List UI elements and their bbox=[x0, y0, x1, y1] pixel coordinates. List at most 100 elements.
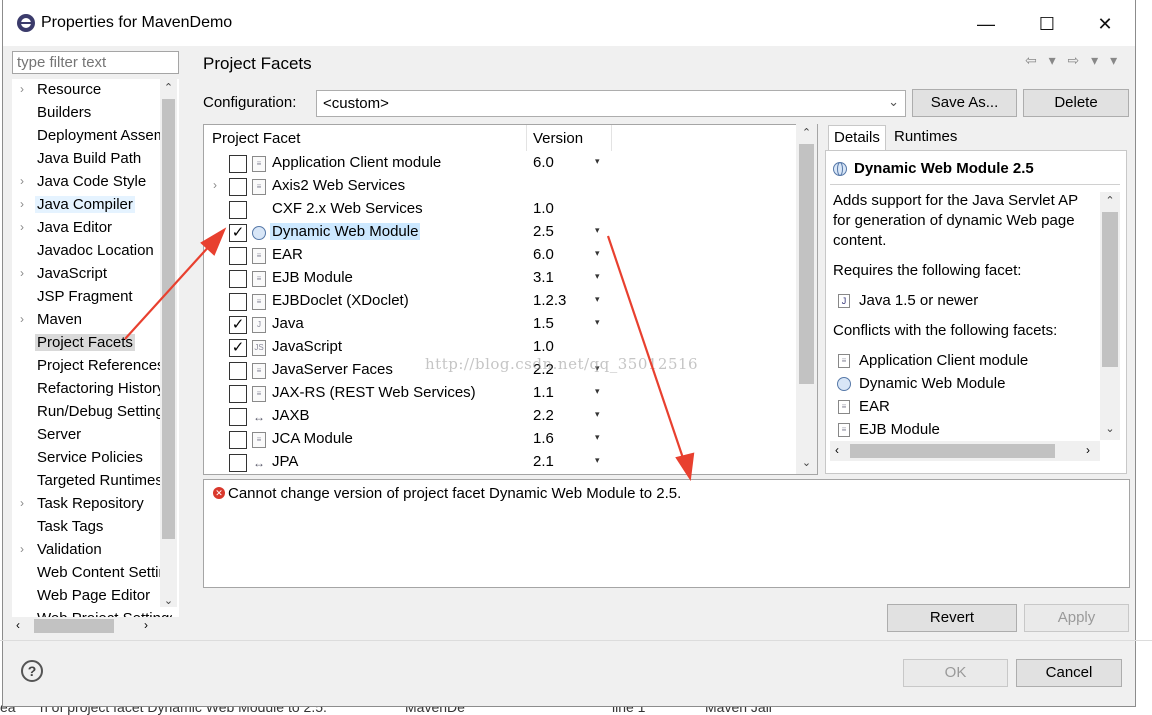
scroll-up-icon[interactable]: ⌃ bbox=[1100, 194, 1120, 207]
tree-vertical-scrollbar[interactable]: ⌃ ⌄ bbox=[160, 79, 177, 607]
tree-item[interactable]: Deployment Assembly bbox=[12, 125, 172, 147]
history-nav-buttons[interactable]: ⇦ ▾ ⇨ ▾ ▾ bbox=[1025, 52, 1130, 72]
splitter[interactable] bbox=[186, 47, 190, 637]
tree-item[interactable]: Project Facets bbox=[12, 332, 172, 354]
tree-item[interactable]: Javadoc Location bbox=[12, 240, 172, 262]
details-vertical-scrollbar[interactable]: ⌃ ⌄ bbox=[1100, 192, 1120, 440]
facet-checkbox[interactable] bbox=[229, 454, 247, 472]
column-header-version[interactable]: Version bbox=[533, 130, 583, 147]
chevron-right-icon[interactable]: › bbox=[20, 82, 24, 96]
chevron-right-icon[interactable]: › bbox=[20, 542, 24, 556]
facet-checkbox[interactable] bbox=[229, 178, 247, 196]
version-dropdown-icon[interactable]: ▾ bbox=[595, 271, 600, 282]
facet-row[interactable]: ≡ JCA Module 1.6 ▾ bbox=[204, 428, 794, 450]
facet-row[interactable]: CXF 2.x Web Services 1.0 bbox=[204, 198, 794, 220]
scroll-down-icon[interactable]: ⌄ bbox=[1100, 422, 1120, 435]
facets-vertical-scrollbar[interactable]: ⌃ ⌄ bbox=[796, 124, 817, 474]
minimize-button[interactable]: — bbox=[961, 8, 1011, 40]
facet-checkbox[interactable]: ✓ bbox=[229, 224, 247, 242]
tree-item[interactable]: Server bbox=[12, 424, 172, 446]
tree-item[interactable]: Web Content Settings bbox=[12, 562, 172, 584]
version-dropdown-icon[interactable]: ▾ bbox=[595, 455, 600, 466]
version-dropdown-icon[interactable]: ▾ bbox=[595, 248, 600, 259]
delete-button[interactable]: Delete bbox=[1023, 89, 1129, 117]
column-header-facet[interactable]: Project Facet bbox=[212, 130, 300, 147]
tree-item[interactable]: Java Build Path bbox=[12, 148, 172, 170]
facet-checkbox[interactable] bbox=[229, 201, 247, 219]
facet-version[interactable]: 1.5 bbox=[533, 315, 554, 332]
chevron-right-icon[interactable]: › bbox=[20, 220, 24, 234]
chevron-right-icon[interactable]: › bbox=[20, 266, 24, 280]
facet-version[interactable]: 2.2 bbox=[533, 407, 554, 424]
maximize-button[interactable]: ☐ bbox=[1022, 8, 1072, 40]
apply-button[interactable]: Apply bbox=[1024, 604, 1129, 632]
facet-row[interactable]: ≡ EJBDoclet (XDoclet) 1.2.3 ▾ bbox=[204, 290, 794, 312]
facet-version[interactable]: 6.0 bbox=[533, 154, 554, 171]
facet-row[interactable]: ✓ Dynamic Web Module 2.5 ▾ bbox=[204, 221, 794, 243]
chevron-right-icon[interactable]: › bbox=[213, 178, 217, 192]
tree-item[interactable]: › Java Compiler bbox=[12, 194, 172, 216]
facet-row[interactable]: ≡ EAR 6.0 ▾ bbox=[204, 244, 794, 266]
facet-row[interactable]: ≡ JAX-RS (REST Web Services) 1.1 ▾ bbox=[204, 382, 794, 404]
scroll-up-icon[interactable]: ⌃ bbox=[160, 81, 177, 94]
tree-hscroll-thumb[interactable] bbox=[34, 619, 114, 633]
scroll-up-icon[interactable]: ⌃ bbox=[796, 126, 817, 139]
facet-row[interactable]: ↔ JAXB 2.2 ▾ bbox=[204, 405, 794, 427]
tree-item[interactable]: Refactoring History bbox=[12, 378, 172, 400]
facet-version[interactable]: 3.1 bbox=[533, 269, 554, 286]
facet-checkbox[interactable] bbox=[229, 247, 247, 265]
version-dropdown-icon[interactable]: ▾ bbox=[595, 156, 600, 167]
tree-item[interactable]: Web Page Editor bbox=[12, 585, 172, 607]
version-dropdown-icon[interactable]: ▾ bbox=[595, 225, 600, 236]
tree-item[interactable]: Builders bbox=[12, 102, 172, 124]
facet-checkbox[interactable] bbox=[229, 362, 247, 380]
version-dropdown-icon[interactable]: ▾ bbox=[595, 409, 600, 420]
tree-item[interactable]: › Resource bbox=[12, 79, 172, 101]
tree-item[interactable]: Project References bbox=[12, 355, 172, 377]
version-dropdown-icon[interactable]: ▾ bbox=[595, 294, 600, 305]
version-dropdown-icon[interactable]: ▾ bbox=[595, 432, 600, 443]
tree-item[interactable]: › Validation bbox=[12, 539, 172, 561]
facet-checkbox[interactable] bbox=[229, 270, 247, 288]
tree-item[interactable]: Task Tags bbox=[12, 516, 172, 538]
tree-item[interactable]: › Maven bbox=[12, 309, 172, 331]
save-as-button[interactable]: Save As... bbox=[912, 89, 1017, 117]
version-dropdown-icon[interactable]: ▾ bbox=[595, 317, 600, 328]
scroll-down-icon[interactable]: ⌄ bbox=[160, 594, 177, 607]
facet-version[interactable]: 1.2.3 bbox=[533, 292, 566, 309]
tree-item[interactable]: › Java Editor bbox=[12, 217, 172, 239]
facet-checkbox[interactable]: ✓ bbox=[229, 339, 247, 357]
facet-checkbox[interactable] bbox=[229, 385, 247, 403]
facet-row[interactable]: ≡ Application Client module 6.0 ▾ bbox=[204, 152, 794, 174]
facet-checkbox[interactable] bbox=[229, 155, 247, 173]
tree-item[interactable]: › Task Repository bbox=[12, 493, 172, 515]
tab-runtimes[interactable]: Runtimes bbox=[889, 125, 962, 151]
scroll-left-icon[interactable]: ‹ bbox=[835, 443, 839, 457]
close-button[interactable]: ✕ bbox=[1080, 8, 1130, 40]
facet-checkbox[interactable] bbox=[229, 431, 247, 449]
tree-item[interactable]: Targeted Runtimes bbox=[12, 470, 172, 492]
facet-row[interactable]: ✓ J Java 1.5 ▾ bbox=[204, 313, 794, 335]
help-icon[interactable]: ? bbox=[21, 660, 43, 682]
tree-scroll-thumb[interactable] bbox=[162, 99, 175, 539]
facet-row[interactable]: ≡ EJB Module 3.1 ▾ bbox=[204, 267, 794, 289]
facet-version[interactable]: 1.0 bbox=[533, 200, 554, 217]
details-scroll-thumb[interactable] bbox=[1102, 212, 1118, 367]
chevron-right-icon[interactable]: › bbox=[20, 496, 24, 510]
tree-item[interactable]: Run/Debug Settings bbox=[12, 401, 172, 423]
chevron-right-icon[interactable]: › bbox=[20, 197, 24, 211]
tree-item[interactable]: Service Policies bbox=[12, 447, 172, 469]
version-dropdown-icon[interactable]: ▾ bbox=[595, 386, 600, 397]
facet-row[interactable]: › ≡ Axis2 Web Services bbox=[204, 175, 794, 197]
scroll-right-icon[interactable]: › bbox=[1086, 443, 1090, 457]
scroll-right-icon[interactable]: › bbox=[144, 618, 148, 632]
facets-scroll-thumb[interactable] bbox=[799, 144, 814, 384]
tree-horizontal-scrollbar[interactable]: ‹ › bbox=[12, 617, 179, 635]
tab-details[interactable]: Details bbox=[828, 125, 886, 151]
chevron-down-icon[interactable]: ⌄ bbox=[888, 94, 899, 110]
tree-item[interactable]: JSP Fragment bbox=[12, 286, 172, 308]
tree-item[interactable]: › Java Code Style bbox=[12, 171, 172, 193]
cancel-button[interactable]: Cancel bbox=[1016, 659, 1122, 687]
chevron-right-icon[interactable]: › bbox=[20, 174, 24, 188]
ok-button[interactable]: OK bbox=[903, 659, 1008, 687]
